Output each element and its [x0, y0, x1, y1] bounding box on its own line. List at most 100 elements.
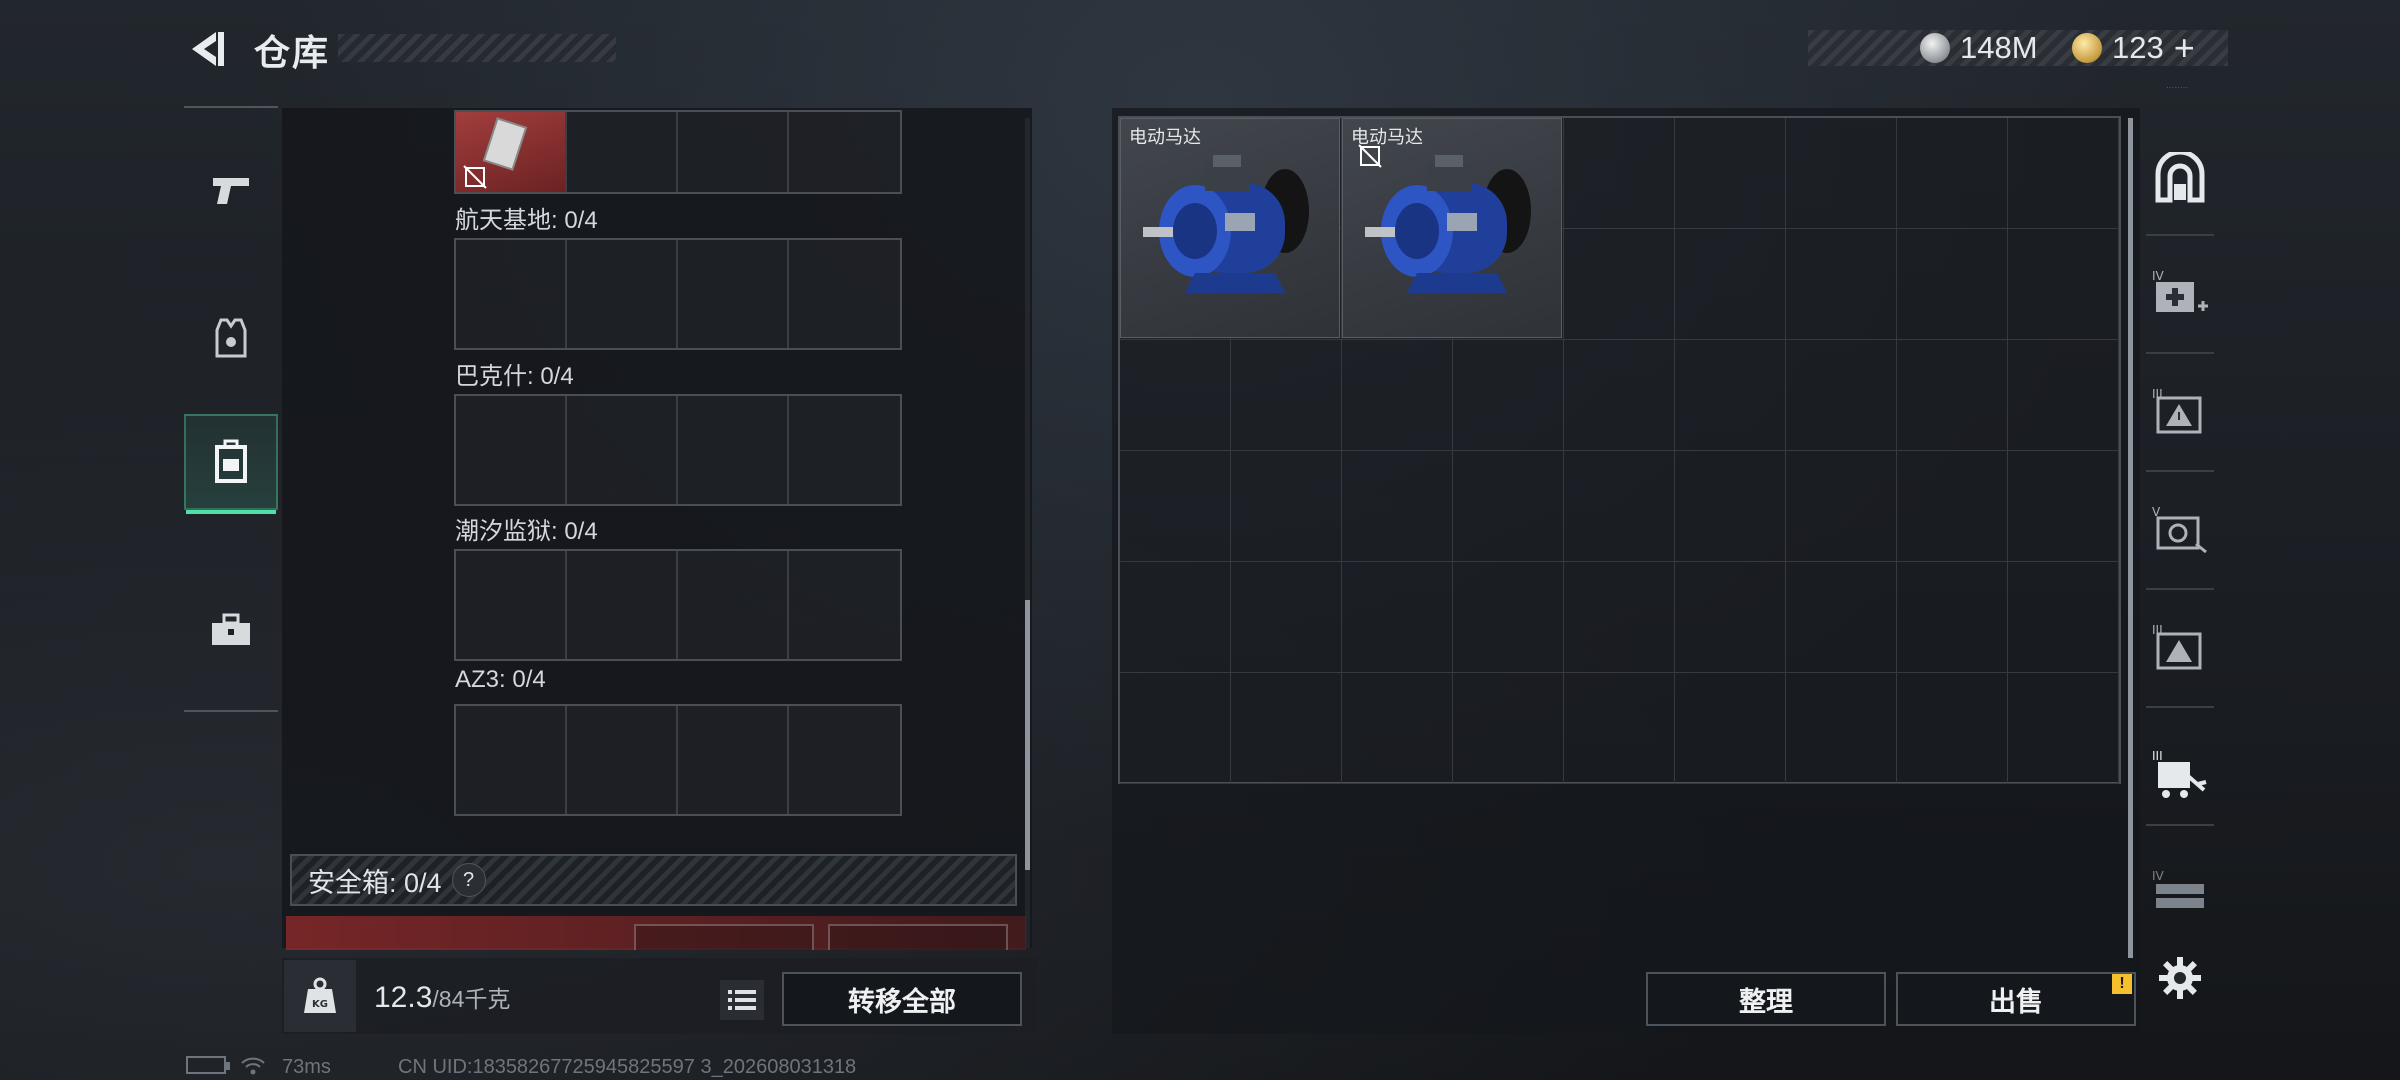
stash-cell[interactable] [1786, 229, 1897, 340]
sell-warning-badge: ! [2112, 974, 2132, 994]
stash-cell[interactable] [1564, 673, 1675, 784]
stash-cell[interactable] [1564, 229, 1675, 340]
stash-cell[interactable] [1342, 340, 1453, 451]
stash-cell[interactable] [1342, 673, 1453, 784]
side-tab-3[interactable]: III [2140, 372, 2220, 452]
stash-cell[interactable] [1897, 229, 2008, 340]
stash-cell[interactable] [1453, 562, 1564, 673]
empty-slot[interactable] [456, 551, 567, 659]
stash-cell[interactable] [1675, 229, 1786, 340]
add-gold-button[interactable]: + [2174, 27, 2195, 69]
stash-item-electric-motor[interactable]: 电动马达 [1120, 118, 1340, 338]
side-tab-6[interactable]: III [2140, 734, 2220, 814]
stash-cell[interactable] [1231, 673, 1342, 784]
stash-cell[interactable] [1897, 118, 2008, 229]
empty-slot[interactable] [678, 396, 789, 504]
stash-cell[interactable] [1453, 340, 1564, 451]
transfer-all-button[interactable]: 转移全部 [782, 972, 1022, 1026]
stash-cell[interactable] [1120, 451, 1231, 562]
stash-cell[interactable] [2008, 118, 2119, 229]
gold-currency[interactable]: 123 + [2072, 27, 2195, 69]
tab-armor[interactable] [184, 290, 278, 386]
stash-cell[interactable] [1897, 340, 2008, 451]
stash-cell[interactable] [1786, 118, 1897, 229]
empty-slot[interactable] [678, 240, 789, 348]
vest-icon [215, 318, 247, 358]
stash-cell[interactable] [1342, 451, 1453, 562]
stash-cell[interactable] [2008, 673, 2119, 784]
tab-weapons[interactable] [184, 142, 278, 238]
stash-cell[interactable] [1120, 340, 1231, 451]
stash-scrollbar[interactable] [2128, 118, 2133, 958]
stash-cell[interactable] [1786, 451, 1897, 562]
side-tab-2[interactable]: IV [2140, 254, 2220, 334]
empty-slot[interactable] [678, 551, 789, 659]
stash-cell[interactable] [1786, 562, 1897, 673]
empty-slot[interactable] [678, 706, 789, 814]
back-button[interactable] [184, 26, 230, 72]
side-tab-7[interactable]: IV [2140, 854, 2220, 934]
stash-cell[interactable] [1564, 451, 1675, 562]
stash-cell[interactable] [1342, 562, 1453, 673]
stash-cell[interactable] [1564, 562, 1675, 673]
empty-slot[interactable] [567, 551, 678, 659]
stash-cell[interactable] [1675, 118, 1786, 229]
tab-backpack[interactable] [184, 414, 278, 514]
tab-toolbox[interactable] [184, 582, 278, 678]
empty-slot[interactable] [789, 240, 900, 348]
side-separator [2146, 234, 2214, 236]
side-tab-1[interactable] [2140, 138, 2220, 218]
stash-cell[interactable] [2008, 229, 2119, 340]
stash-cell[interactable] [1564, 340, 1675, 451]
stash-cell[interactable] [2008, 562, 2119, 673]
stash-cell[interactable] [1897, 451, 2008, 562]
safebox-row[interactable]: 安全箱: 0/4 ? [290, 854, 1017, 906]
empty-slot[interactable] [567, 396, 678, 504]
map-label-tidal-prison: 潮汐监狱: 0/4 [455, 518, 598, 545]
safebox-help-icon[interactable]: ? [451, 863, 486, 897]
stash-cell[interactable] [1897, 673, 2008, 784]
tab-divider-bottom [184, 710, 278, 712]
empty-slot[interactable] [456, 240, 567, 348]
side-tab-5[interactable]: III [2140, 608, 2220, 688]
empty-slot[interactable] [567, 240, 678, 348]
stash-cell[interactable] [2008, 340, 2119, 451]
empty-slot[interactable] [678, 112, 789, 192]
title-hatch-decoration [338, 34, 616, 62]
stash-cell[interactable] [1675, 451, 1786, 562]
stash-cell[interactable] [1897, 562, 2008, 673]
empty-slot[interactable] [456, 396, 567, 504]
wifi-icon [240, 1056, 266, 1076]
stash-cell[interactable] [1120, 562, 1231, 673]
stash-cell[interactable] [1786, 340, 1897, 451]
stash-cell[interactable] [1453, 451, 1564, 562]
stash-cell[interactable] [1675, 562, 1786, 673]
side-tab-4[interactable]: V [2140, 490, 2220, 570]
stash-cell[interactable] [1231, 562, 1342, 673]
stash-cell[interactable] [1675, 340, 1786, 451]
loadout-scrollbar[interactable] [1025, 600, 1030, 870]
empty-slot[interactable] [567, 706, 678, 814]
empty-slot[interactable] [567, 112, 678, 192]
sell-button[interactable]: 出售 [1896, 972, 2136, 1026]
list-view-button[interactable] [720, 980, 764, 1020]
stash-cell[interactable] [1564, 118, 1675, 229]
slot-item-card[interactable] [456, 112, 567, 192]
stash-cell[interactable] [1786, 673, 1897, 784]
sort-button[interactable]: 整理 [1646, 972, 1886, 1026]
safebox-warning-strip [286, 916, 1026, 950]
stash-cell[interactable] [1120, 673, 1231, 784]
stash-cell[interactable] [1675, 673, 1786, 784]
stash-item-electric-motor[interactable]: 电动马达 [1342, 118, 1562, 338]
empty-slot[interactable] [789, 112, 900, 192]
stash-cell[interactable] [1231, 451, 1342, 562]
empty-slot[interactable] [789, 396, 900, 504]
empty-slot[interactable] [789, 706, 900, 814]
settings-button[interactable] [2152, 950, 2208, 1006]
stash-cell[interactable] [1231, 340, 1342, 451]
stash-cell[interactable] [2008, 451, 2119, 562]
empty-slot[interactable] [456, 706, 567, 814]
stash-cell[interactable] [1453, 673, 1564, 784]
weight-current: 12.3 [374, 981, 433, 1014]
empty-slot[interactable] [789, 551, 900, 659]
